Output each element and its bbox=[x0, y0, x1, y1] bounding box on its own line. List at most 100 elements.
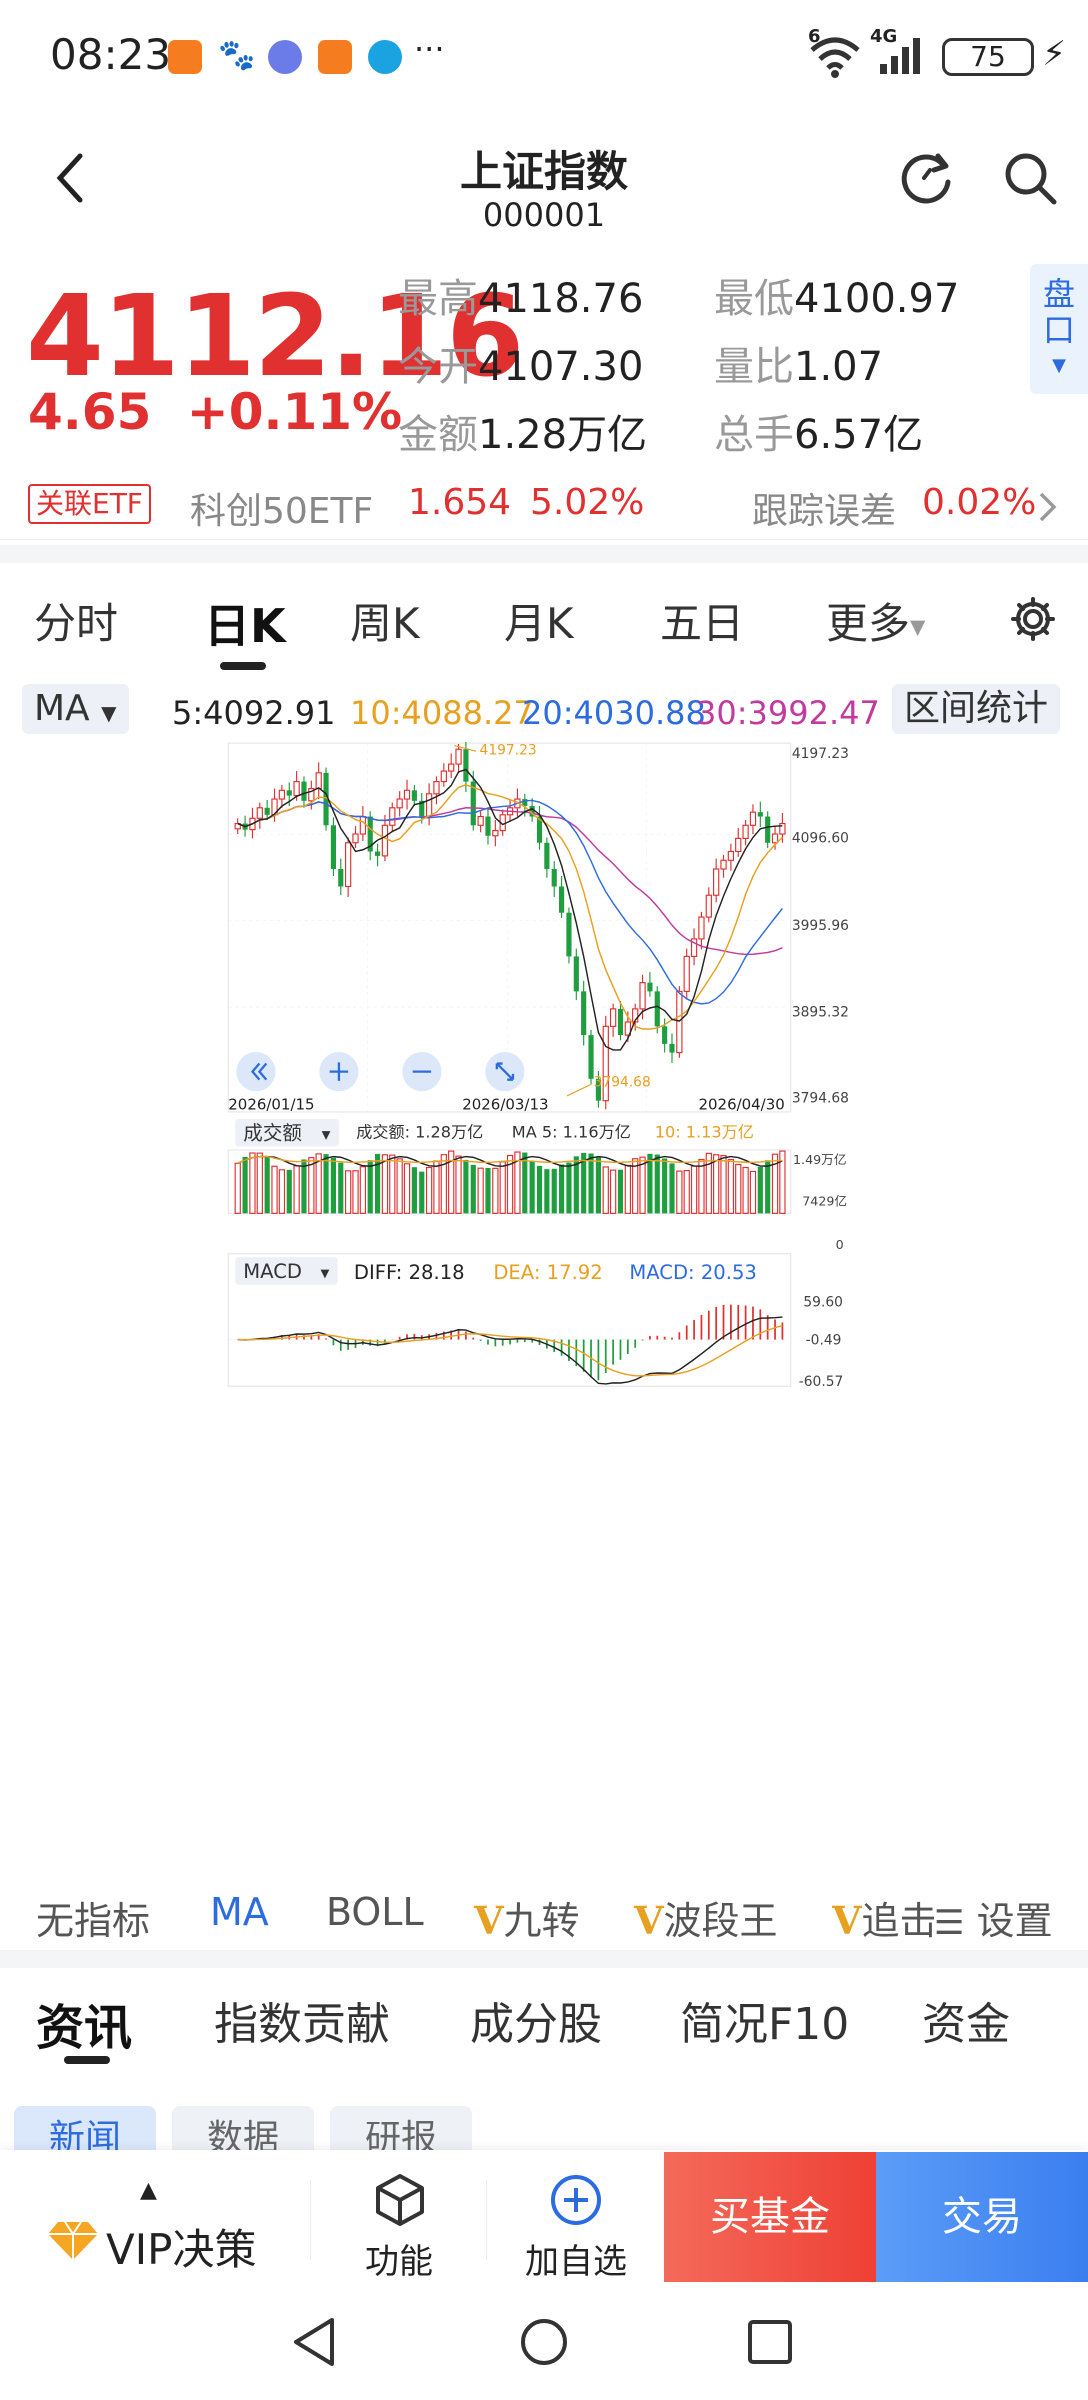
gear-icon[interactable] bbox=[1010, 596, 1056, 642]
volume-bar bbox=[566, 1162, 572, 1214]
tab-daily-k[interactable]: 日K bbox=[204, 590, 286, 656]
indicator-settings[interactable]: ☰ 设置 bbox=[934, 1890, 1053, 1945]
volume-bar bbox=[463, 1159, 469, 1214]
candle-body bbox=[338, 868, 344, 887]
caret-down-icon: ▼ bbox=[320, 1266, 329, 1280]
candle-body bbox=[411, 790, 417, 801]
volume-bar bbox=[338, 1162, 344, 1214]
volume-bar bbox=[271, 1165, 278, 1214]
volume-bar bbox=[499, 1161, 506, 1214]
tab-more[interactable]: 更多▼ bbox=[826, 590, 925, 651]
volume-bar bbox=[477, 1167, 484, 1214]
quote-low: 最低4100.97 bbox=[714, 276, 960, 322]
nav-recents-icon[interactable] bbox=[746, 2318, 794, 2366]
volume-bar bbox=[359, 1166, 367, 1214]
candle-body bbox=[359, 815, 367, 835]
scroll-left-button[interactable] bbox=[236, 1052, 276, 1092]
tab-five-day[interactable]: 五日 bbox=[660, 590, 744, 651]
volume-bar bbox=[389, 1154, 396, 1214]
vip-decision-button[interactable]: ▲ VIP决策 bbox=[0, 2150, 310, 2282]
indicator-boduanwang[interactable]: V波段王 bbox=[634, 1890, 778, 1945]
caret-down-icon: ▼ bbox=[1052, 355, 1066, 376]
macd-histogram bbox=[244, 1304, 784, 1381]
volume-bar bbox=[396, 1158, 403, 1214]
zoom-out-button[interactable] bbox=[402, 1052, 442, 1092]
candle-body bbox=[742, 824, 749, 839]
volume-y-mid: 7429亿 bbox=[802, 1193, 847, 1208]
volume-bar bbox=[676, 1170, 683, 1214]
caret-up-icon: ▲ bbox=[140, 2178, 157, 2203]
tab-intraday[interactable]: 分时 bbox=[34, 590, 118, 651]
volume-bar bbox=[639, 1156, 646, 1214]
news-tab-underline bbox=[64, 2056, 110, 2064]
volume-bar bbox=[470, 1164, 476, 1214]
change-value: 4.65 bbox=[28, 383, 152, 441]
volume-bar bbox=[344, 1170, 352, 1214]
indicator-boll[interactable]: BOLL bbox=[326, 1890, 424, 1934]
quote-amount: 金额1.28万亿 bbox=[398, 412, 648, 458]
ma30-value: 30:3992.47 bbox=[696, 694, 880, 732]
tab-monthly-k[interactable]: 月K bbox=[504, 590, 574, 651]
y-tick-5: 3794.68 bbox=[792, 1091, 849, 1107]
related-etf-row[interactable]: 关联ETF 科创50ETF 1.654 5.02% 跟踪误差 0.02% bbox=[0, 470, 1088, 540]
volume-bar bbox=[455, 1155, 462, 1214]
tracking-error-label: 跟踪误差 bbox=[752, 491, 897, 532]
candle-body bbox=[676, 990, 683, 1054]
range-stats-button[interactable]: 区间统计 bbox=[892, 684, 1061, 734]
caret-down-icon: ▼ bbox=[910, 614, 926, 639]
y-tick-2: 4096.60 bbox=[792, 830, 849, 846]
x-tick-1: 2026/01/15 bbox=[228, 1096, 314, 1114]
tab-index-contribution[interactable]: 指数贡献 bbox=[214, 1988, 390, 2052]
pankou-button[interactable]: 盘口 ▼ bbox=[1030, 264, 1088, 394]
nav-home-icon[interactable] bbox=[518, 2316, 570, 2368]
function-button[interactable]: 功能 bbox=[312, 2150, 486, 2282]
indicator-zhuiji[interactable]: V追击 bbox=[832, 1890, 934, 1945]
indicator-ma[interactable]: MA bbox=[210, 1890, 269, 1934]
tab-news[interactable]: 资讯 bbox=[36, 1988, 132, 2058]
indicator-none[interactable]: 无指标 bbox=[36, 1890, 150, 1945]
tab-constituents[interactable]: 成分股 bbox=[470, 1988, 602, 2052]
tab-profile-f10[interactable]: 简况F10 bbox=[680, 1988, 849, 2052]
kline-x-axis: 2026/01/15 2026/03/13 2026/04/30 bbox=[228, 1096, 784, 1114]
zoom-in-button[interactable] bbox=[319, 1052, 359, 1092]
kline-chart[interactable]: 4197.23 3794.68 4197.23 4096.60 3995.96 … bbox=[0, 742, 1072, 1392]
etf-price: 1.654 bbox=[408, 482, 512, 523]
candle-body bbox=[381, 824, 389, 857]
volume-bar bbox=[662, 1158, 668, 1214]
candle-body bbox=[639, 982, 646, 1010]
chevron-right-icon bbox=[1039, 492, 1057, 522]
fullscreen-button[interactable] bbox=[485, 1052, 525, 1092]
buy-fund-button[interactable]: 买基金 bbox=[664, 2152, 876, 2282]
charging-icon: ⚡ bbox=[1042, 34, 1066, 74]
volume-bar bbox=[249, 1152, 256, 1214]
add-watchlist-button[interactable]: 加自选 bbox=[488, 2150, 664, 2282]
ma-dropdown[interactable]: MA ▼ bbox=[22, 684, 129, 734]
volume-bar bbox=[720, 1154, 727, 1214]
plus-circle-icon bbox=[551, 2175, 601, 2225]
candle-body bbox=[293, 781, 300, 797]
candle-body bbox=[455, 748, 462, 765]
candle-body bbox=[352, 833, 359, 844]
app-notification-icon bbox=[168, 40, 202, 74]
nav-back-icon[interactable] bbox=[290, 2316, 340, 2368]
volume-bar bbox=[632, 1158, 639, 1214]
search-icon[interactable] bbox=[1002, 150, 1058, 206]
indicator-jiuzhuan[interactable]: V九转 bbox=[474, 1890, 580, 1945]
candle-body bbox=[566, 912, 572, 957]
tracking-error-value: 0.02% bbox=[922, 482, 1037, 523]
diamond-icon bbox=[48, 2221, 98, 2260]
volume-bar bbox=[742, 1166, 749, 1214]
tab-capital[interactable]: 资金 bbox=[922, 1988, 1010, 2052]
volume-bar bbox=[609, 1169, 617, 1214]
pankou-label: 盘口 bbox=[1042, 275, 1075, 349]
volume-bar bbox=[536, 1165, 543, 1214]
candle-body bbox=[698, 916, 705, 940]
candle-body bbox=[573, 956, 579, 992]
cell-signal-icon bbox=[880, 38, 920, 74]
volume-ma5: MA 5: 1.16万亿 bbox=[512, 1122, 631, 1141]
macd-y-mid: -0.49 bbox=[806, 1333, 842, 1349]
refresh-icon[interactable] bbox=[898, 148, 956, 206]
trade-button[interactable]: 交易 bbox=[876, 2152, 1088, 2282]
tab-weekly-k[interactable]: 周K bbox=[350, 590, 420, 651]
volume-amount: 成交额: 1.28万亿 bbox=[356, 1122, 483, 1141]
